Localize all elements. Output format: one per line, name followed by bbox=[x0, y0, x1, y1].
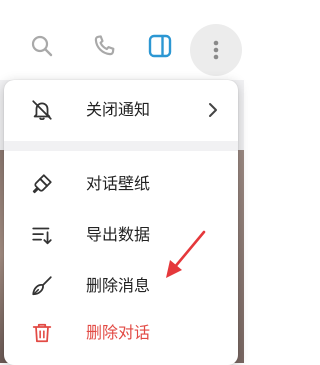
menu-item-label: 删除对话 bbox=[86, 323, 151, 342]
bell-off-icon bbox=[30, 98, 54, 122]
trash-icon bbox=[30, 321, 54, 345]
menu-item-label: 对话壁纸 bbox=[86, 174, 151, 193]
menu-item-delete-messages[interactable]: 删除消息 bbox=[4, 263, 238, 309]
toggle-side-panel-button[interactable] bbox=[140, 26, 180, 66]
chat-header-toolbar bbox=[0, 0, 244, 80]
menu-item-delete-chat[interactable]: 删除对话 bbox=[4, 310, 238, 356]
export-list-icon bbox=[30, 223, 54, 247]
more-vertical-icon bbox=[213, 40, 219, 60]
chevron-right-icon bbox=[209, 103, 217, 117]
menu-item-chat-wallpaper[interactable]: 对话壁纸 bbox=[4, 161, 238, 207]
call-button[interactable] bbox=[84, 26, 124, 66]
search-button[interactable] bbox=[22, 26, 62, 66]
side-panel-icon bbox=[148, 34, 172, 58]
phone-icon bbox=[94, 35, 115, 56]
menu-divider bbox=[4, 141, 238, 151]
menu-item-label: 删除消息 bbox=[86, 276, 151, 295]
menu-item-label: 导出数据 bbox=[86, 225, 151, 244]
more-options-button[interactable] bbox=[190, 24, 242, 76]
brush-icon bbox=[30, 172, 54, 196]
more-options-menu: 关闭通知 对话壁纸 导出数据 删除消息 删除对话 bbox=[4, 80, 238, 365]
broom-icon bbox=[30, 274, 54, 298]
menu-item-mute-notifications[interactable]: 关闭通知 bbox=[4, 87, 238, 133]
menu-item-export-data[interactable]: 导出数据 bbox=[4, 212, 238, 258]
menu-item-label: 关闭通知 bbox=[86, 100, 151, 119]
search-icon bbox=[31, 35, 53, 57]
